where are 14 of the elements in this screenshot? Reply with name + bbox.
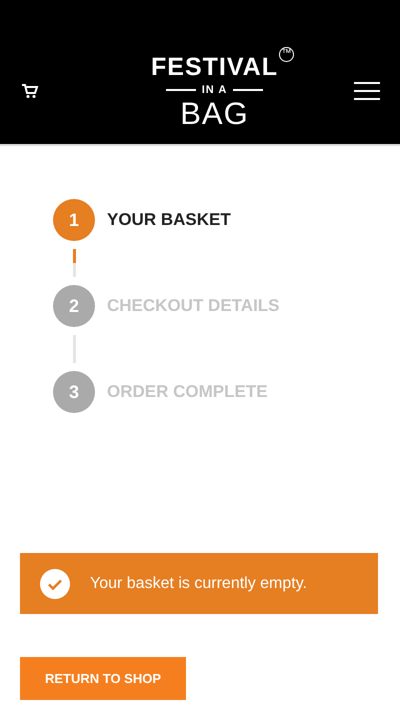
logo-text: BAG xyxy=(180,98,249,130)
logo-text: IN A xyxy=(202,84,228,96)
step-label: CHECKOUT DETAILS xyxy=(107,296,280,316)
cart-icon[interactable] xyxy=(21,83,39,99)
logo-text: FESTIVAL xyxy=(151,52,278,80)
notice-message: Your basket is currently empty. xyxy=(90,574,307,592)
step-number: 3 xyxy=(53,371,95,413)
check-icon xyxy=(40,568,70,598)
step-label: ORDER COMPLETE xyxy=(107,382,268,402)
step-number: 1 xyxy=(53,199,95,241)
trademark-mark: ™ xyxy=(278,46,294,62)
step-label: YOUR BASKET xyxy=(107,210,231,230)
step-number: 2 xyxy=(53,285,95,327)
menu-icon[interactable] xyxy=(354,81,380,101)
